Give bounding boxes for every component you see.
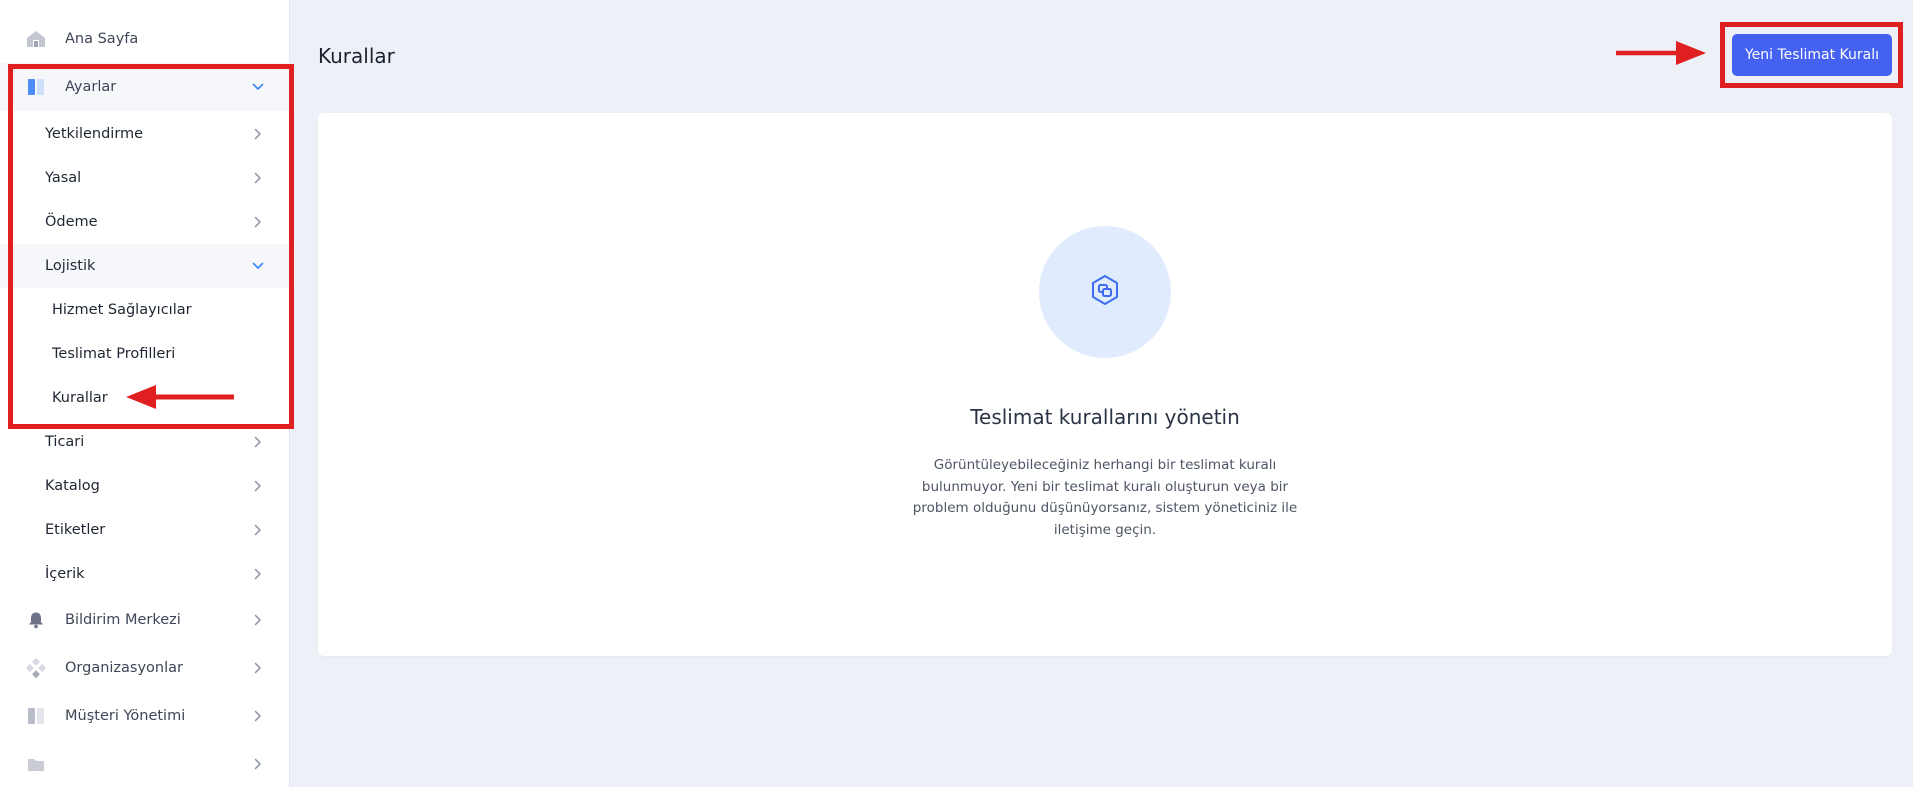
- sidebar: Ana Sayfa Ayarlar Yetkilendirme Yasal Öd: [0, 0, 290, 787]
- chevron-right-icon: [251, 479, 265, 493]
- sidebar-item-label: Yetkilendirme: [45, 126, 144, 142]
- page-title: Kurallar: [318, 44, 395, 68]
- app-root: Ana Sayfa Ayarlar Yetkilendirme Yasal Öd: [0, 0, 1913, 787]
- sidebar-item-label: Ayarlar: [65, 79, 117, 95]
- diamond-cluster-icon: [26, 658, 46, 678]
- chevron-right-icon: [251, 523, 265, 537]
- bell-icon: [26, 610, 46, 630]
- sidebar-item-label: Hizmet Sağlayıcılar: [52, 302, 192, 318]
- empty-state-title: Teslimat kurallarını yönetin: [970, 405, 1240, 429]
- chevron-right-icon: [251, 757, 265, 771]
- sidebar-item-label: Lojistik: [45, 258, 96, 274]
- sidebar-item-organizations[interactable]: Organizasyonlar: [0, 644, 289, 692]
- sidebar-item-providers[interactable]: Hizmet Sağlayıcılar: [0, 288, 289, 332]
- sidebar-item-payment[interactable]: Ödeme: [0, 200, 289, 244]
- chevron-right-icon: [251, 435, 265, 449]
- hexagon-squares-icon: [1088, 273, 1122, 311]
- sidebar-item-authorization[interactable]: Yetkilendirme: [0, 112, 289, 156]
- sidebar-item-notification-center[interactable]: Bildirim Merkezi: [0, 596, 289, 644]
- folder-icon: [26, 754, 46, 774]
- sidebar-item-label: Katalog: [45, 478, 100, 494]
- chevron-right-icon: [251, 661, 265, 675]
- chevron-down-icon: [251, 80, 265, 94]
- new-delivery-rule-button[interactable]: Yeni Teslimat Kuralı: [1732, 34, 1892, 76]
- sidebar-item-logistics[interactable]: Lojistik: [0, 244, 289, 288]
- chevron-right-icon: [251, 171, 265, 185]
- sidebar-item-label: Etiketler: [45, 522, 106, 538]
- home-icon: [26, 29, 46, 49]
- chevron-right-icon: [251, 127, 265, 141]
- sidebar-item-customer-management[interactable]: Müşteri Yönetimi: [0, 692, 289, 740]
- sidebar-item-settings[interactable]: Ayarlar: [0, 63, 289, 111]
- sidebar-item-tags[interactable]: Etiketler: [0, 508, 289, 552]
- sidebar-item-label: Ticari: [45, 434, 85, 450]
- chevron-right-icon: [251, 613, 265, 627]
- chevron-right-icon: [251, 215, 265, 229]
- sidebar-item-label: Yasal: [45, 170, 82, 186]
- sidebar-item-commercial[interactable]: Ticari: [0, 420, 289, 464]
- chevron-right-icon: [251, 709, 265, 723]
- panel-icon: [26, 706, 46, 726]
- sidebar-item-label: Kurallar: [52, 390, 108, 406]
- sidebar-item-label: Teslimat Profilleri: [52, 346, 176, 362]
- sidebar-item-label: Müşteri Yönetimi: [65, 708, 186, 724]
- annotation-arrow-right: [1616, 41, 1706, 65]
- sidebar-item-content[interactable]: İçerik: [0, 552, 289, 596]
- sidebar-item-cut-off[interactable]: [0, 740, 289, 787]
- chevron-right-icon: [251, 567, 265, 581]
- settings-panel-icon: [26, 77, 46, 97]
- sidebar-item-label: Bildirim Merkezi: [65, 612, 181, 628]
- empty-state-card: Teslimat kurallarını yönetin Görüntüleye…: [318, 113, 1892, 656]
- sidebar-item-label: İçerik: [45, 566, 85, 582]
- empty-state-icon-circle: [1039, 226, 1171, 358]
- sidebar-item-label: Ödeme: [45, 214, 98, 230]
- sidebar-item-label: Organizasyonlar: [65, 660, 183, 676]
- sidebar-item-catalog[interactable]: Katalog: [0, 464, 289, 508]
- sidebar-item-delivery-profiles[interactable]: Teslimat Profilleri: [0, 332, 289, 376]
- sidebar-item-rules[interactable]: Kurallar: [0, 376, 289, 420]
- chevron-down-icon: [251, 259, 265, 273]
- empty-state-description: Görüntüleyebileceğiniz herhangi bir tesl…: [912, 457, 1298, 538]
- sidebar-item-label: Ana Sayfa: [65, 31, 139, 47]
- sidebar-item-legal[interactable]: Yasal: [0, 156, 289, 200]
- sidebar-item-home[interactable]: Ana Sayfa: [0, 15, 289, 63]
